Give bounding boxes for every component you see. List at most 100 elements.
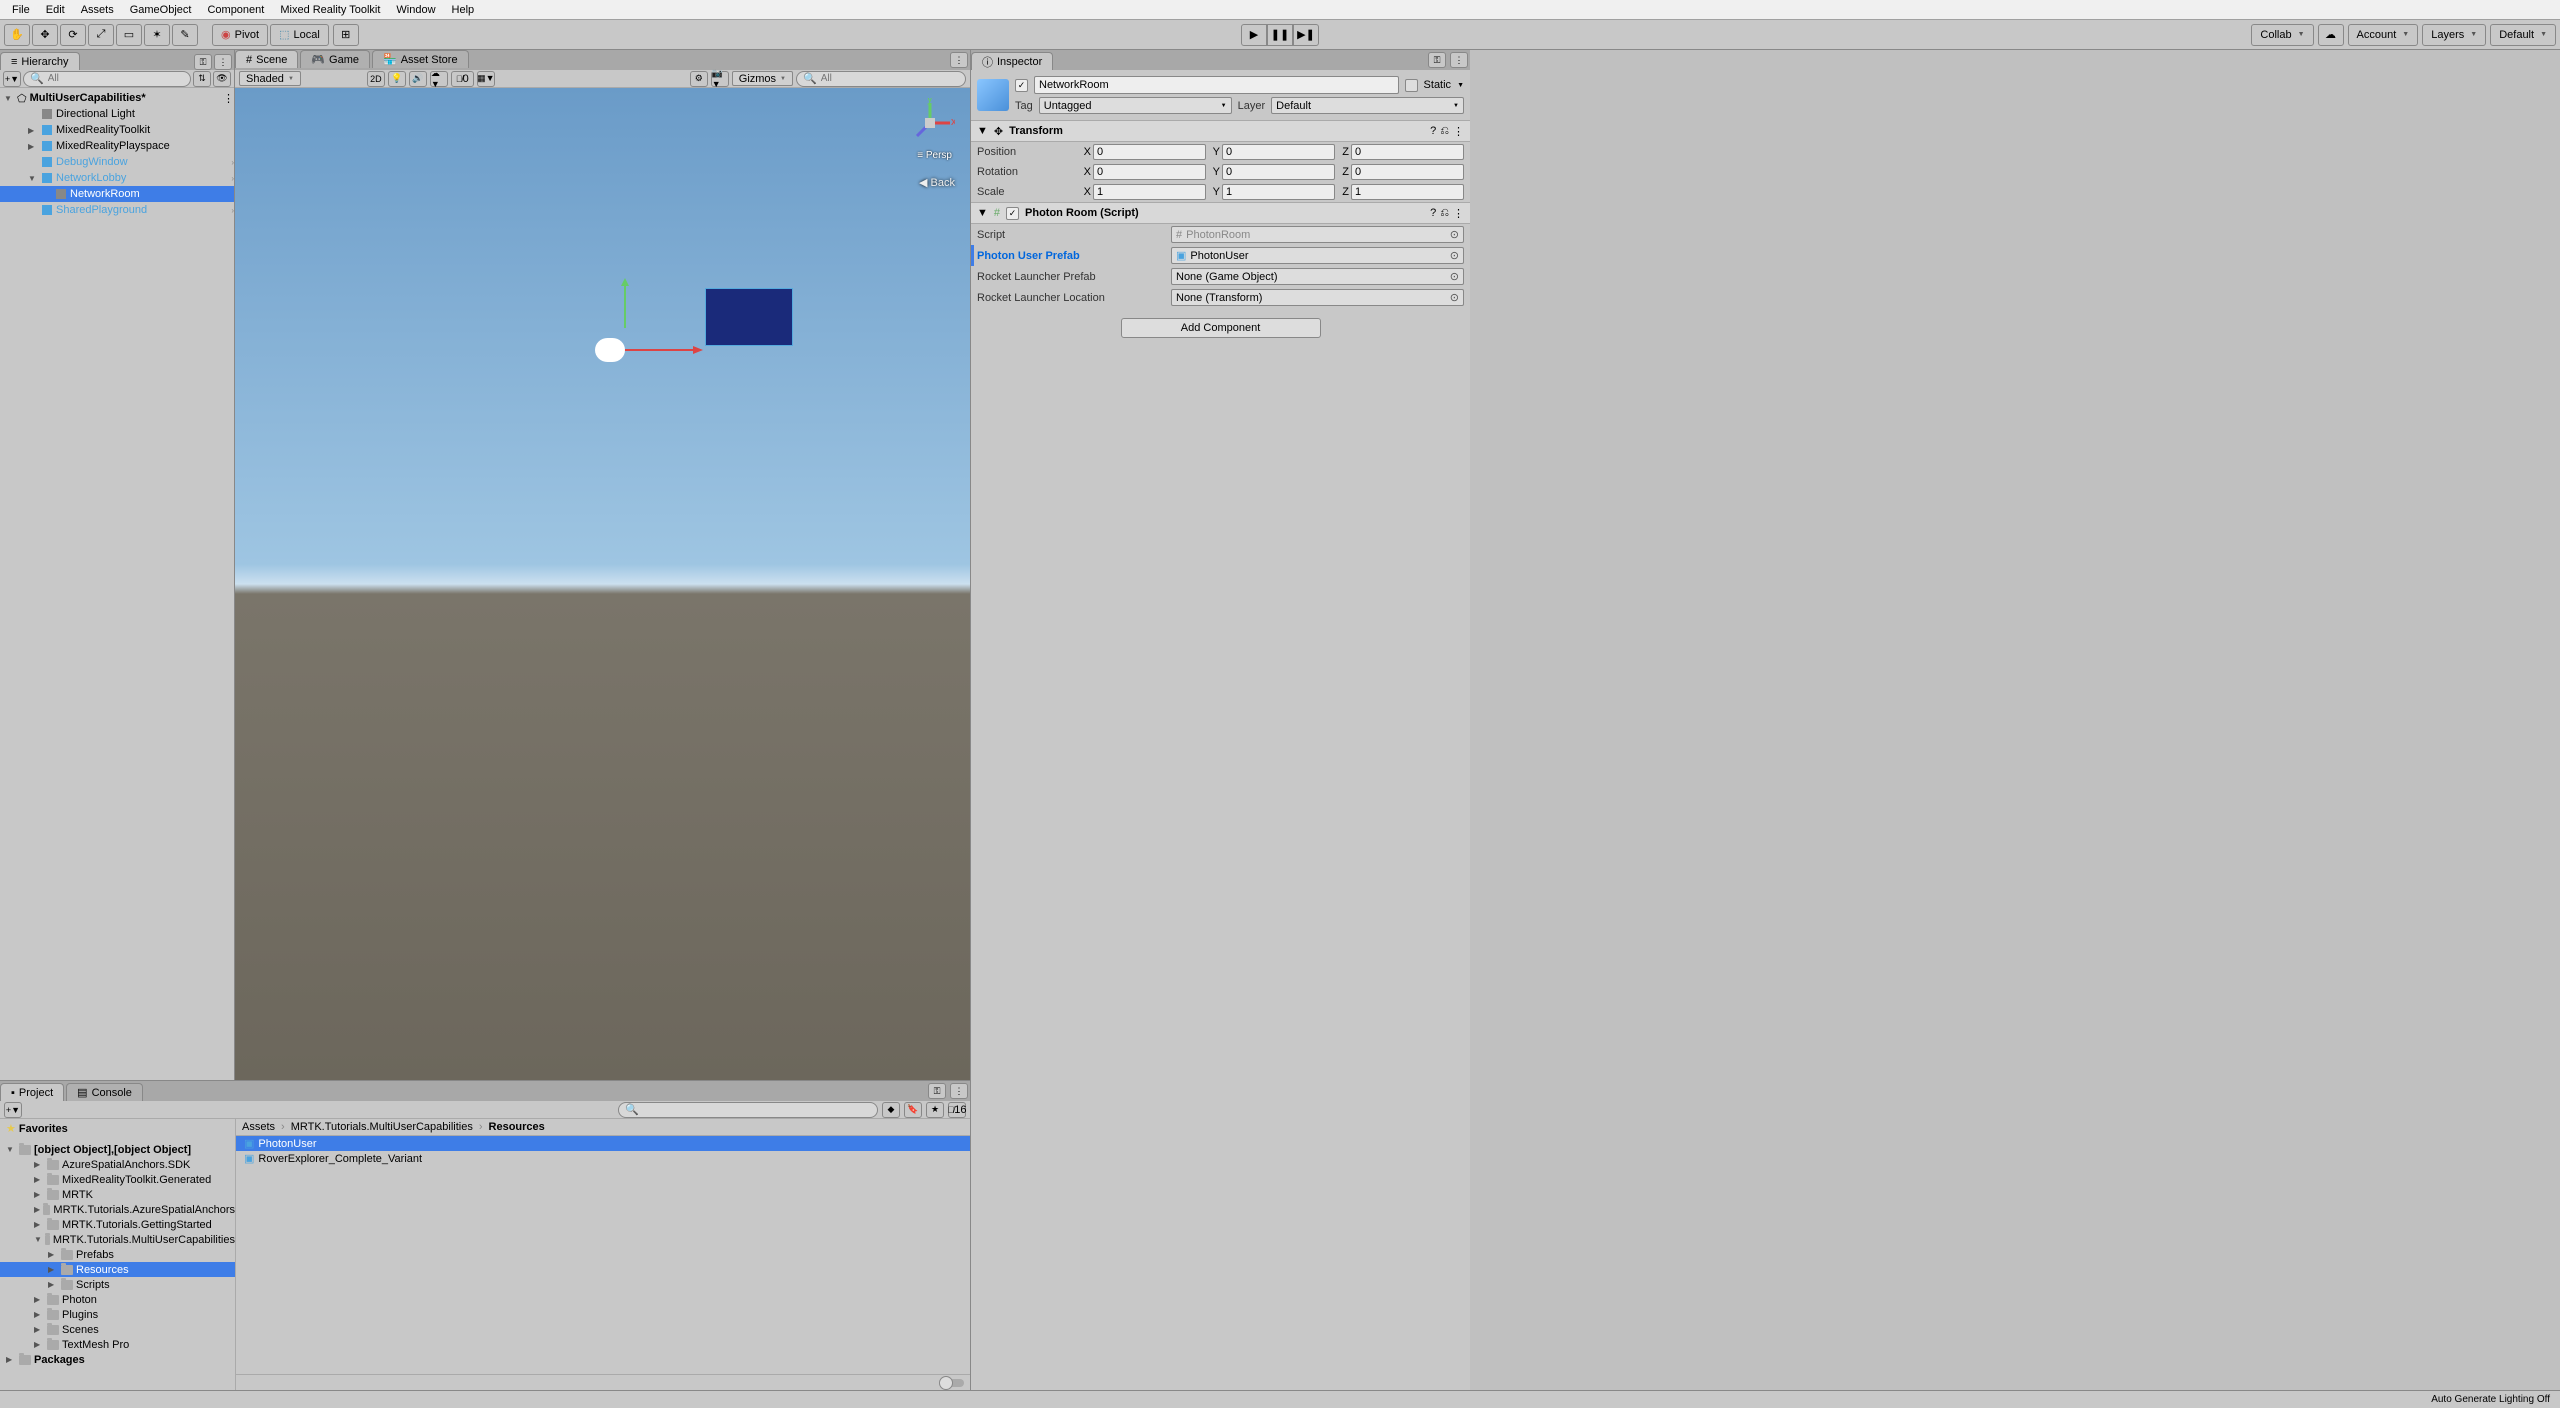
chevron-icon[interactable]: ▶ <box>34 1205 40 1214</box>
rotation-x[interactable] <box>1093 164 1206 180</box>
play-button[interactable]: ▶ <box>1241 24 1267 46</box>
static-dropdown-icon[interactable]: ▼ <box>1457 82 1464 89</box>
scene-search-input[interactable] <box>821 73 959 84</box>
help-icon[interactable]: ? <box>1430 125 1436 138</box>
tab-scene[interactable]: #Scene <box>235 50 298 68</box>
hierarchy-item[interactable]: ▼NetworkLobby› <box>0 170 234 186</box>
snap-toggle[interactable]: ⊞ <box>333 24 359 46</box>
project-tree-item[interactable]: ▼ MRTK.Tutorials.MultiUserCapabilities <box>0 1232 235 1247</box>
project-tree-item[interactable]: ▶ Prefabs <box>0 1247 235 1262</box>
preset-icon[interactable]: ⎌ <box>1440 125 1449 138</box>
project-tree-item[interactable]: ▶ Scripts <box>0 1277 235 1292</box>
hierarchy-item[interactable]: NetworkRoom <box>0 186 234 202</box>
component-menu-icon[interactable]: ⋮ <box>1453 207 1464 220</box>
collab-dropdown[interactable]: Collab <box>2251 24 2313 46</box>
project-hidden[interactable]: 👁̸16 <box>948 1102 966 1118</box>
photon-room-enabled[interactable]: ✓ <box>1006 207 1019 220</box>
menu-edit[interactable]: Edit <box>38 2 73 18</box>
position-x[interactable] <box>1093 144 1206 160</box>
scene-light-icon[interactable]: 💡 <box>388 71 406 87</box>
scene-back[interactable]: ◀ Back <box>919 176 955 189</box>
asset-size-slider[interactable] <box>942 1379 964 1387</box>
object-picker-icon[interactable]: ⊙ <box>1450 291 1459 304</box>
project-lock[interactable]: ⚿ <box>928 1083 946 1099</box>
chevron-icon[interactable]: ▶ <box>34 1295 44 1304</box>
hand-tool[interactable]: ✋ <box>4 24 30 46</box>
scale-z[interactable] <box>1351 184 1464 200</box>
hierarchy-lock[interactable]: ⚿ <box>194 54 212 70</box>
scene-search[interactable]: 🔍 <box>796 71 966 87</box>
project-filter-type[interactable]: ◆ <box>882 1102 900 1118</box>
layer-dropdown[interactable]: Default <box>1271 97 1464 114</box>
project-tree-item[interactable]: ▶ Photon <box>0 1292 235 1307</box>
tab-project[interactable]: ▪ Project <box>0 1083 64 1101</box>
menu-assets[interactable]: Assets <box>73 2 122 18</box>
hierarchy-scene[interactable]: ▼ ⬠ MultiUserCapabilities* ⋮ <box>0 90 234 106</box>
position-y[interactable] <box>1222 144 1335 160</box>
script-field[interactable]: # PhotonRoom⊙ <box>1171 226 1464 243</box>
hierarchy-item[interactable]: DebugWindow› <box>0 154 234 170</box>
tab-asset-store[interactable]: 🏪Asset Store <box>372 50 469 68</box>
hierarchy-menu[interactable]: ⋮ <box>214 54 232 70</box>
move-tool[interactable]: ✥ <box>32 24 58 46</box>
project-packages[interactable]: ▶ Packages <box>0 1352 235 1367</box>
project-menu[interactable]: ⋮ <box>950 1083 968 1099</box>
tab-console[interactable]: ▤ Console <box>66 1083 143 1101</box>
project-tree-item[interactable]: ▶ AzureSpatialAnchors.SDK <box>0 1157 235 1172</box>
step-button[interactable]: ▶❚ <box>1293 24 1319 46</box>
hierarchy-search[interactable]: 🔍 <box>23 71 191 87</box>
tag-dropdown[interactable]: Untagged <box>1039 97 1232 114</box>
chevron-icon[interactable]: ▶ <box>28 142 38 151</box>
chevron-icon[interactable]: ▼ <box>28 174 38 183</box>
tab-game[interactable]: 🎮Game <box>300 50 370 68</box>
chevron-right-icon[interactable]: › <box>231 206 234 215</box>
inspector-menu[interactable]: ⋮ <box>1450 52 1468 68</box>
project-tree-item[interactable]: ▶ Plugins <box>0 1307 235 1322</box>
chevron-icon[interactable]: ▶ <box>28 126 38 135</box>
project-search-input[interactable] <box>643 1104 871 1115</box>
rocket-prefab-field[interactable]: None (Game Object)⊙ <box>1171 268 1464 285</box>
gameobject-active-checkbox[interactable]: ✓ <box>1015 79 1028 92</box>
project-create[interactable]: +▼ <box>4 1102 22 1118</box>
pivot-toggle[interactable]: ◉Pivot <box>212 24 268 46</box>
account-dropdown[interactable]: Account <box>2348 24 2419 46</box>
scene-camera2-icon[interactable]: 📷▼ <box>711 71 729 87</box>
chevron-icon[interactable]: ▶ <box>34 1175 44 1184</box>
project-assets-root[interactable]: ▼ [object Object],[object Object] <box>0 1142 235 1157</box>
hierarchy-search-input[interactable] <box>48 73 184 84</box>
shading-dropdown[interactable]: Shaded <box>239 71 301 86</box>
rect-tool[interactable]: ▭ <box>116 24 142 46</box>
inspector-lock[interactable]: ⚿ <box>1428 52 1446 68</box>
project-tree-item[interactable]: ▶ MRTK <box>0 1187 235 1202</box>
orientation-gizmo[interactable]: y x <box>905 98 955 148</box>
crumb-2[interactable]: Resources <box>489 1121 545 1133</box>
crumb-0[interactable]: Assets <box>242 1121 275 1133</box>
chevron-icon[interactable]: ▶ <box>34 1160 44 1169</box>
custom-tool[interactable]: ✎ <box>172 24 198 46</box>
add-component-button[interactable]: Add Component <box>1121 318 1321 338</box>
scene-hidden[interactable]: 👁̸ 0 <box>451 71 474 87</box>
position-z[interactable] <box>1351 144 1464 160</box>
chevron-down-icon[interactable]: ▼ <box>977 125 988 137</box>
chevron-right-icon[interactable]: › <box>231 174 234 183</box>
asset-item[interactable]: ▣ RoverExplorer_Complete_Variant <box>236 1151 970 1166</box>
scale-x[interactable] <box>1093 184 1206 200</box>
transform-header[interactable]: ▼ ✥ Transform ? ⎌ ⋮ <box>971 120 1470 142</box>
scene-camera-icon[interactable]: ⚙ <box>690 71 708 87</box>
project-tree-item[interactable]: ▶ MixedRealityToolkit.Generated <box>0 1172 235 1187</box>
asset-item[interactable]: ▣ PhotonUser <box>236 1136 970 1151</box>
pause-button[interactable]: ❚❚ <box>1267 24 1293 46</box>
project-tree-item[interactable]: ▶ TextMesh Pro <box>0 1337 235 1352</box>
menu-mrtk[interactable]: Mixed Reality Toolkit <box>272 2 388 18</box>
menu-component[interactable]: Component <box>199 2 272 18</box>
crumb-1[interactable]: MRTK.Tutorials.MultiUserCapabilities <box>291 1121 473 1133</box>
scale-tool[interactable]: ⤢ <box>88 24 114 46</box>
object-picker-icon[interactable]: ⊙ <box>1450 228 1459 241</box>
scene-fx-icon[interactable]: ☁▼ <box>430 71 448 87</box>
menu-help[interactable]: Help <box>444 2 483 18</box>
hierarchy-item[interactable]: ▶MixedRealityPlayspace <box>0 138 234 154</box>
persp-label[interactable]: ≡ Persp <box>917 150 952 161</box>
tab-inspector[interactable]: ⓘ Inspector <box>971 52 1053 70</box>
chevron-icon[interactable]: ▼ <box>34 1235 42 1244</box>
preset-icon[interactable]: ⎌ <box>1440 207 1449 220</box>
